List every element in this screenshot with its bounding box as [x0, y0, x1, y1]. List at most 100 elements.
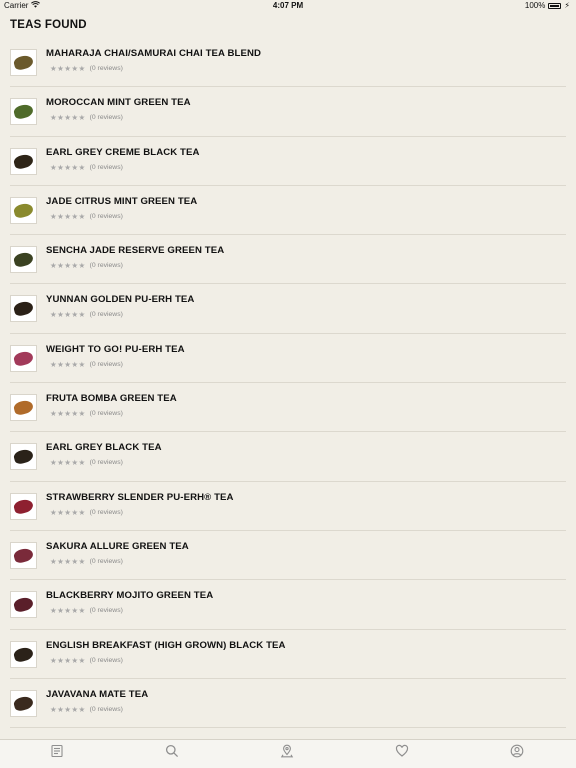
tea-leaves-image	[12, 349, 35, 368]
tea-name: YUNNAN GOLDEN PU-ERH TEA	[46, 294, 195, 306]
catalog-icon	[50, 744, 64, 763]
tea-rating: ★★★★★ (0 reviews)	[50, 557, 123, 566]
tea-name: SAKURA ALLURE GREEN TEA	[46, 540, 189, 552]
review-count: (0 reviews)	[89, 607, 123, 615]
tea-leaves-image	[12, 645, 35, 663]
tea-name: JADE CITRUS MINT GREEN TEA	[46, 195, 198, 207]
star-rating-icon: ★★★★★	[50, 507, 86, 517]
tea-thumbnail	[10, 295, 37, 323]
tea-name: BLACKBERRY MOJITO GREEN TEA	[46, 590, 214, 602]
tea-rating: ★★★★★ (0 reviews)	[50, 360, 123, 369]
review-count: (0 reviews)	[89, 410, 123, 418]
tea-list-item[interactable]: MAHARAJA CHAI/SAMURAI CHAI TEA BLEND ★★★★…	[10, 38, 566, 88]
heart-icon	[395, 744, 409, 763]
review-count: (0 reviews)	[89, 311, 123, 319]
tea-leaves-image	[12, 152, 35, 170]
tab-favorites[interactable]	[394, 744, 410, 763]
star-rating-icon: ★★★★★	[50, 64, 86, 73]
tea-rating: ★★★★★ (0 reviews)	[50, 656, 123, 665]
review-count: (0 reviews)	[89, 114, 123, 122]
review-count: (0 reviews)	[89, 360, 123, 368]
star-rating-icon: ★★★★★	[50, 606, 86, 616]
tea-list-item[interactable]: BLACKBERRY MOJITO GREEN TEA ★★★★★ (0 revie…	[10, 580, 566, 630]
tea-leaves-image	[12, 694, 35, 713]
review-count: (0 reviews)	[89, 65, 123, 72]
tea-name: SENCHA JADE RESERVE GREEN TEA	[46, 245, 225, 257]
tea-leaves-image	[12, 596, 35, 614]
review-count: (0 reviews)	[89, 212, 123, 220]
tea-list-item[interactable]: MOROCCAN MINT GREEN TEA ★★★★★ (0 reviews)	[10, 87, 566, 137]
tea-leaves-image	[12, 201, 35, 220]
tea-leaves-image	[12, 103, 35, 121]
star-rating-icon: ★★★★★	[50, 211, 86, 221]
tea-list-item[interactable]: YUNNAN GOLDEN PU-ERH TEA ★★★★★ (0 reviews)	[10, 284, 566, 334]
tea-list-item[interactable]: SAKURA ALLURE GREEN TEA ★★★★★ (0 reviews)	[10, 531, 566, 581]
tea-rating: ★★★★★ (0 reviews)	[50, 310, 123, 319]
review-count: (0 reviews)	[89, 557, 123, 565]
tab-bar	[0, 739, 576, 768]
tab-catalog[interactable]	[49, 744, 65, 763]
tea-leaves-image	[12, 53, 35, 72]
tea-rating: ★★★★★ (0 reviews)	[50, 508, 123, 517]
tea-list-item[interactable]: JADE CITRUS MINT GREEN TEA ★★★★★ (0 review…	[10, 186, 566, 236]
tea-thumbnail	[10, 541, 37, 569]
tea-list-item[interactable]: EARL GREY CREME BLACK TEA ★★★★★ (0 reviews…	[10, 137, 566, 186]
tea-list[interactable]: MAHARAJA CHAI/SAMURAI CHAI TEA BLEND ★★★★…	[0, 38, 576, 729]
tea-thumbnail	[10, 443, 37, 471]
tea-name: STRAWBERRY SLENDER PU-ERH® TEA	[46, 491, 234, 503]
tea-rating: ★★★★★ (0 reviews)	[50, 606, 123, 615]
review-count: (0 reviews)	[89, 163, 123, 171]
tea-list-item[interactable]: STRAWBERRY SLENDER PU-ERH® TEA ★★★★★ (0 re…	[10, 482, 566, 531]
star-rating-icon: ★★★★★	[50, 162, 86, 172]
star-rating-icon: ★★★★★	[50, 261, 86, 271]
tea-name: EARL GREY BLACK TEA	[46, 442, 162, 454]
tea-name: EARL GREY CREME BLACK TEA	[46, 146, 200, 158]
status-time: 4:07 PM	[272, 1, 304, 10]
tea-name: WEIGHT TO GO! PU-ERH TEA	[46, 343, 185, 355]
tea-list-item[interactable]: SENCHA JADE RESERVE GREEN TEA ★★★★★ (0 rev…	[10, 235, 566, 285]
star-rating-icon: ★★★★★	[50, 113, 86, 123]
tea-name: MAHARAJA CHAI/SAMURAI CHAI TEA BLEND	[46, 48, 262, 59]
tea-leaves-image	[12, 300, 35, 318]
tea-rating: ★★★★★ (0 reviews)	[50, 113, 123, 122]
tea-thumbnail	[10, 640, 37, 668]
tea-list-item[interactable]: ENGLISH BREAKFAST (HIGH GROWN) BLACK TEA…	[10, 630, 566, 679]
tea-leaves-image	[12, 398, 35, 417]
star-rating-icon: ★★★★★	[50, 556, 86, 566]
review-count: (0 reviews)	[89, 262, 123, 270]
tea-thumbnail	[10, 98, 37, 126]
search-icon	[165, 744, 179, 763]
tab-store-locator[interactable]	[279, 744, 295, 761]
tea-thumbnail	[10, 591, 37, 619]
star-rating-icon: ★★★★★	[50, 704, 86, 714]
review-count: (0 reviews)	[89, 508, 123, 516]
tab-search[interactable]	[164, 744, 180, 763]
tea-thumbnail	[10, 689, 37, 717]
battery-percent: 100%	[524, 1, 546, 10]
tea-rating: ★★★★★ (0 reviews)	[50, 64, 123, 73]
tea-rating: ★★★★★ (0 reviews)	[50, 705, 123, 714]
tab-account[interactable]	[509, 744, 525, 763]
tea-thumbnail	[10, 246, 37, 274]
tea-name: JAVAVANA MATE TEA	[46, 688, 149, 700]
tea-rating: ★★★★★ (0 reviews)	[50, 163, 123, 172]
tea-leaves-image	[12, 250, 35, 269]
tea-list-item[interactable]: EARL GREY BLACK TEA ★★★★★ (0 reviews)	[10, 432, 566, 482]
tea-list-item[interactable]: JAVAVANA MATE TEA ★★★★★ (0 reviews)	[10, 679, 566, 729]
account-icon	[510, 744, 524, 763]
tea-list-item[interactable]: FRUTA BOMBA GREEN TEA ★★★★★ (0 reviews)	[10, 383, 566, 433]
tea-thumbnail	[10, 344, 37, 372]
tea-rating: ★★★★★ (0 reviews)	[50, 261, 123, 270]
tea-leaves-image	[12, 497, 35, 515]
review-count: (0 reviews)	[89, 656, 123, 664]
star-rating-icon: ★★★★★	[50, 655, 86, 665]
status-right: 100% ⚡	[525, 0, 570, 12]
tea-rating: ★★★★★ (0 reviews)	[50, 458, 123, 467]
page-title: TEAS FOUND	[10, 19, 87, 31]
tea-list-item[interactable]: WEIGHT TO GO! PU-ERH TEA ★★★★★ (0 reviews)	[10, 334, 566, 384]
tea-leaves-image	[12, 546, 35, 565]
tea-leaves-image	[12, 448, 35, 466]
status-bar: Carrier 4:07 PM 100% ⚡	[0, 0, 576, 12]
tea-rating: ★★★★★ (0 reviews)	[50, 409, 123, 418]
charging-icon: ⚡	[564, 1, 570, 10]
